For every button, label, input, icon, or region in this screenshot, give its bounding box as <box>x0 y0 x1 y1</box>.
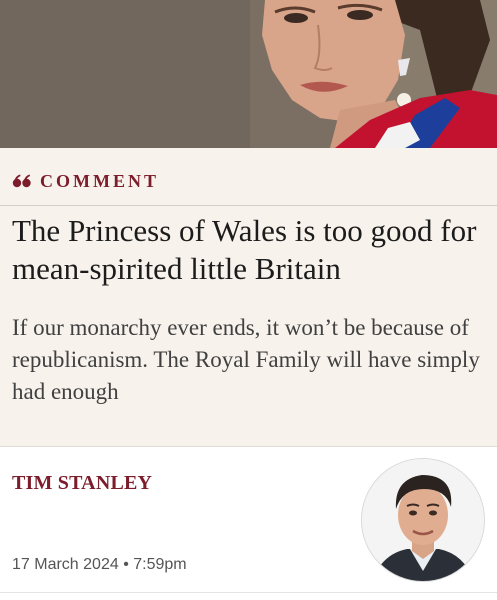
author-photo <box>362 459 484 581</box>
divider <box>0 205 497 206</box>
author-name[interactable]: TIM STANLEY <box>12 472 152 495</box>
time-text: 7:59pm <box>133 556 187 573</box>
headline: The Princess of Wales is too good for me… <box>12 213 477 286</box>
portrait-photo <box>0 0 497 148</box>
standfirst: If our monarchy ever ends, it won’t be b… <box>12 315 480 404</box>
divider <box>0 592 497 593</box>
kicker-label: COMMENT <box>40 170 159 191</box>
hero-image[interactable] <box>0 0 497 148</box>
author-avatar[interactable] <box>361 458 485 582</box>
dot-separator: • <box>123 556 129 573</box>
section-kicker[interactable]: COMMENT <box>12 170 159 192</box>
publish-date: 17 March 2024 • 7:59pm <box>12 556 187 574</box>
quote-icon <box>12 174 32 188</box>
divider <box>0 446 497 447</box>
date-text: 17 March 2024 <box>12 556 119 573</box>
